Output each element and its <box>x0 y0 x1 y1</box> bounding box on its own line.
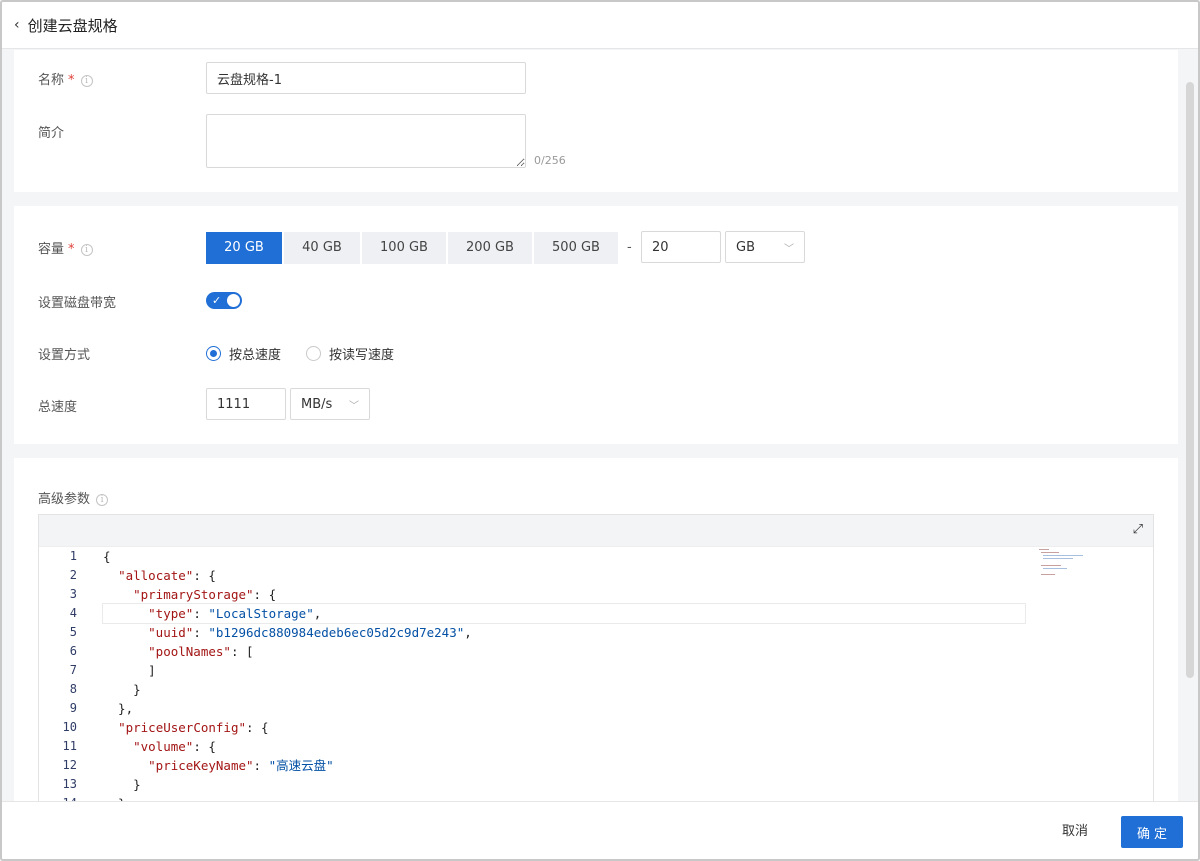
capacity-options: 20 GB 40 GB 100 GB 200 GB 500 GB <box>206 232 620 264</box>
speed-unit-select[interactable]: MB/s ﹀ <box>290 388 370 420</box>
mode-radio-total[interactable]: 按总速度 <box>206 344 281 363</box>
editor-toolbar: ⤢ <box>39 515 1153 547</box>
line-number: 6 <box>69 644 77 658</box>
description-textarea[interactable] <box>206 114 526 168</box>
desc-label: 简介 <box>38 126 65 141</box>
dialog-frame: ‹ 创建云盘规格 名称*i 简介 0/256 容量*i 20 GB 40 GB … <box>0 0 1200 861</box>
page-title: 创建云盘规格 <box>27 16 118 35</box>
line-number: 3 <box>69 587 77 601</box>
line-number: 13 <box>62 777 77 791</box>
bandwidth-toggle[interactable]: ✓ <box>206 292 242 309</box>
capacity-option-40gb[interactable]: 40 GB <box>284 232 360 264</box>
capacity-option-100gb[interactable]: 100 GB <box>362 232 446 264</box>
line-number: 8 <box>69 682 77 696</box>
back-chevron-icon[interactable]: ‹ <box>14 17 20 33</box>
code-line: ] <box>103 663 156 678</box>
basic-info-card: 名称* i 简介 0/256 <box>14 50 1178 192</box>
info-icon[interactable]: i <box>96 493 109 506</box>
capacity-option-500gb[interactable]: 500 GB <box>534 232 618 264</box>
line-number: 2 <box>69 568 77 582</box>
line-number: 11 <box>62 739 77 753</box>
cancel-button[interactable]: 取消 <box>1049 816 1100 848</box>
check-icon: ✓ <box>212 294 222 307</box>
toggle-knob <box>227 294 240 307</box>
capacity-label: 容量 <box>38 242 65 257</box>
line-number: 4 <box>69 606 77 620</box>
mode-label: 设置方式 <box>38 348 91 363</box>
expand-icon[interactable]: ⤢ <box>1133 522 1143 537</box>
confirm-button[interactable]: 确定 <box>1121 816 1183 848</box>
speed-unit-value: MB/s <box>301 396 333 412</box>
chevron-down-icon: ﹀ <box>349 400 359 412</box>
code-line: "volume": { <box>133 739 216 754</box>
mode-radio-readwrite[interactable]: 按读写速度 <box>306 344 394 363</box>
range-separator: - <box>627 240 632 255</box>
code-line: "primaryStorage": { <box>133 587 277 602</box>
code-line: }, <box>103 701 134 716</box>
name-label-row: 名称 * i <box>38 69 93 88</box>
line-number: 10 <box>62 720 77 734</box>
code-area[interactable]: { "allocate": { "primaryStorage": { "typ… <box>102 547 1026 804</box>
capacity-option-200gb[interactable]: 200 GB <box>448 232 532 264</box>
capacity-option-20gb[interactable]: 20 GB <box>206 232 282 264</box>
advanced-label-row: 高级参数 i <box>38 488 109 507</box>
required-mark: * <box>68 242 75 257</box>
editor-minimap[interactable] <box>1033 547 1149 587</box>
page-scrollbar[interactable] <box>1186 82 1194 678</box>
code-line: "priceKeyName": "高速云盘" <box>148 758 334 773</box>
name-label: 名称 <box>38 73 65 88</box>
capacity-card: 容量 * i 20 GB 40 GB 100 GB 200 GB 500 GB - … <box>14 206 1178 444</box>
info-icon[interactable]: i <box>80 74 93 87</box>
code-line: { <box>103 549 111 564</box>
line-number: 1 <box>69 549 77 563</box>
capacity-unit-value: GB <box>736 239 755 255</box>
mode-option-label: 按总速度 <box>229 348 282 363</box>
radio-selected-icon <box>206 346 221 361</box>
radio-unselected-icon <box>306 346 321 361</box>
code-line: "poolNames": [ <box>148 644 254 659</box>
chevron-down-icon: ﹀ <box>784 243 794 255</box>
required-mark: * <box>68 73 75 88</box>
json-code-editor[interactable]: ⤢ 1 2 3 4 5 6 7 8 9 10 11 12 13 14 { "allocate": { "p… <box>38 514 1154 804</box>
code-line: "allocate": { <box>118 568 216 583</box>
mode-option-label: 按读写速度 <box>329 348 395 363</box>
capacity-custom-input[interactable] <box>641 231 721 263</box>
advanced-label: 高级参数 <box>38 492 91 507</box>
code-line: "priceUserConfig": { <box>118 720 269 735</box>
code-line: "type": "LocalStorage", <box>102 603 1026 624</box>
speed-label: 总速度 <box>38 400 78 415</box>
page-header: ‹ 创建云盘规格 <box>2 2 1198 49</box>
desc-char-counter: 0/256 <box>534 154 566 167</box>
code-line: "uuid": "b1296dc880984edeb6ec05d2c9d7e24… <box>148 625 472 640</box>
line-number: 5 <box>69 625 77 639</box>
info-icon[interactable]: i <box>80 243 93 256</box>
code-line: } <box>103 777 141 792</box>
capacity-unit-select[interactable]: GB ﹀ <box>725 231 805 263</box>
advanced-card: 高级参数 i ⤢ 1 2 3 4 5 6 7 8 9 10 11 12 13 14 { "allocate"… <box>14 458 1178 804</box>
bandwidth-toggle-label: 设置磁盘带宽 <box>38 296 117 311</box>
line-number-gutter: 1 2 3 4 5 6 7 8 9 10 11 12 13 14 <box>39 547 99 804</box>
speed-input[interactable] <box>206 388 286 420</box>
name-input[interactable] <box>206 62 526 94</box>
capacity-label-row: 容量 * i <box>38 238 93 257</box>
code-line: } <box>103 682 141 697</box>
line-number: 7 <box>69 663 77 677</box>
line-number: 9 <box>69 701 77 715</box>
line-number: 12 <box>62 758 77 772</box>
dialog-footer: 取消 确定 <box>2 801 1198 859</box>
